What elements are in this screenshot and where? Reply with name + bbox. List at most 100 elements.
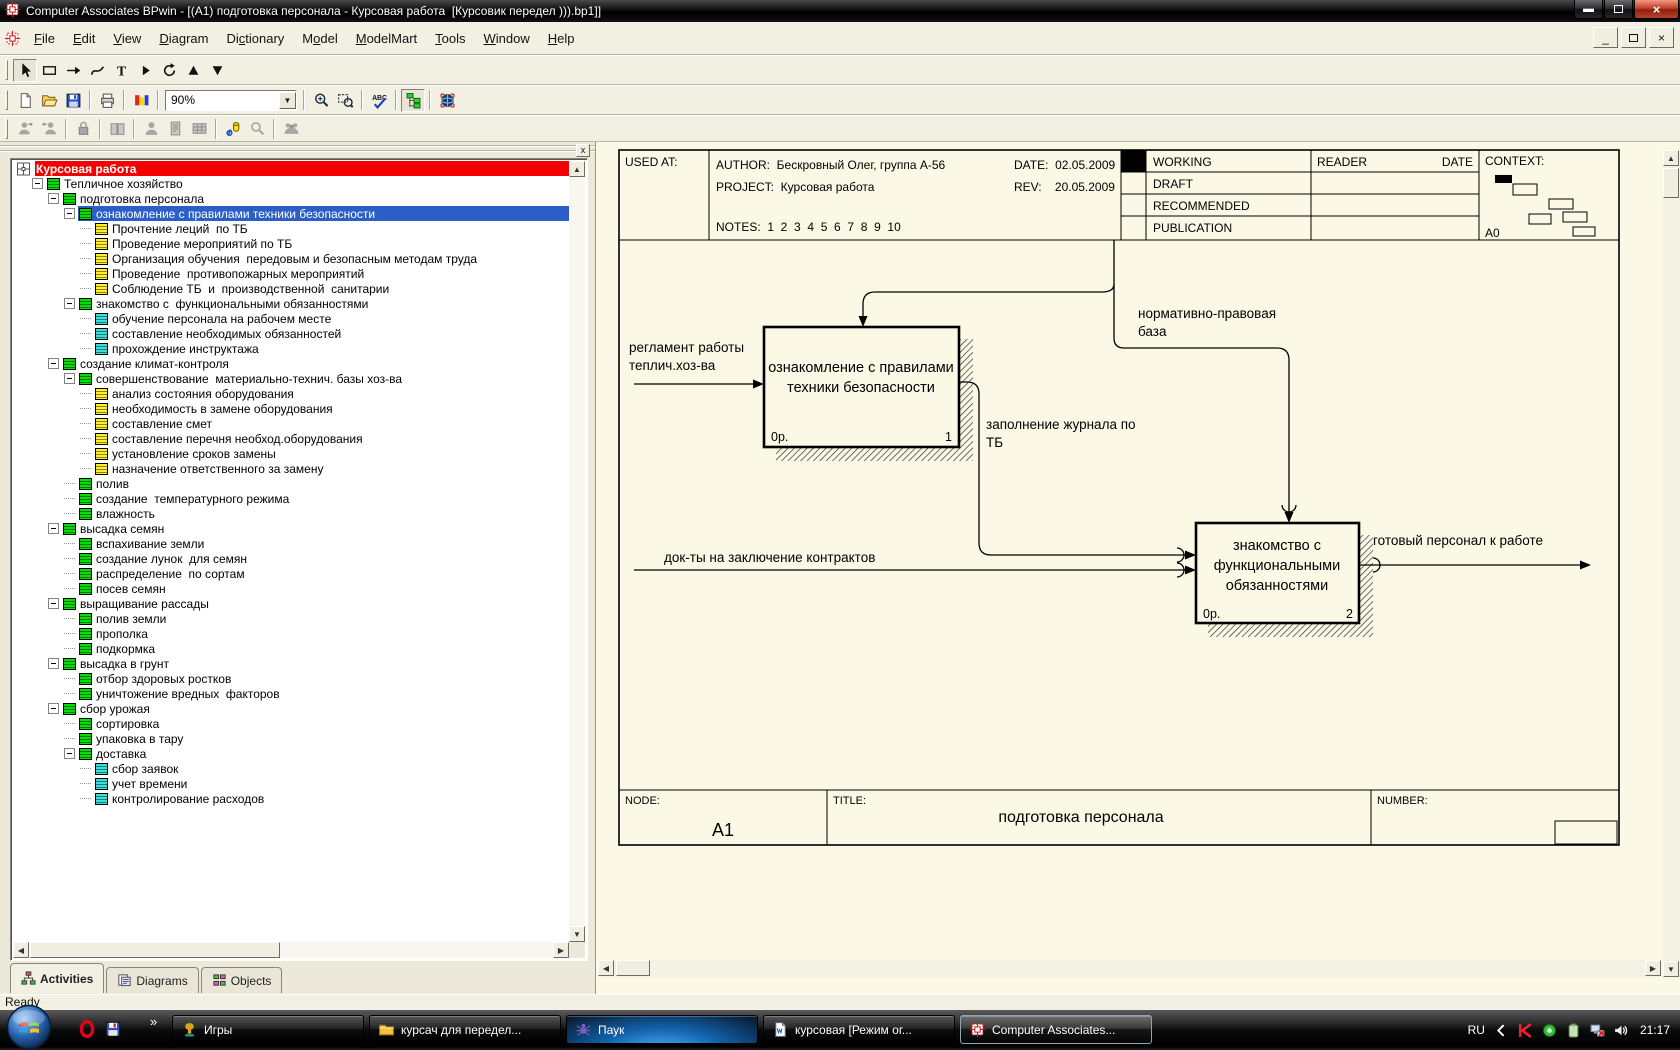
scroll-thumb[interactable]	[30, 942, 280, 958]
kaspersky-icon[interactable]	[1517, 1022, 1534, 1039]
taskbar-button-5[interactable]: Computer Associates...	[960, 1015, 1152, 1044]
drilldown-tool-button[interactable]	[133, 59, 157, 82]
scroll-right-button[interactable]: ▶	[553, 942, 569, 958]
box-tool-button[interactable]	[37, 59, 61, 82]
tree-item[interactable]: Проведение противопожарных мероприятий	[13, 266, 569, 281]
scroll-down-button[interactable]: ▼	[1663, 961, 1679, 977]
tree-item[interactable]: составление перечня необход.оборудования	[13, 431, 569, 446]
menu-edit[interactable]: Edit	[64, 27, 104, 50]
mdi-restore-button[interactable]	[1621, 27, 1646, 48]
tree-item[interactable]: сбор урожая	[13, 701, 569, 716]
tree-item[interactable]: сбор заявок	[13, 761, 569, 776]
tree-item[interactable]: Тепличное хозяйство	[13, 176, 569, 191]
tree-expand-toggle[interactable]	[64, 748, 75, 759]
tree-expand-toggle[interactable]	[64, 373, 75, 384]
tree-item[interactable]: контролирование расходов	[13, 791, 569, 806]
diagram-horizontal-scrollbar[interactable]: ◀ ▶	[598, 960, 1661, 977]
menu-modelmart[interactable]: ModelMart	[347, 27, 426, 50]
pointer-tool-button[interactable]	[13, 59, 37, 82]
tree-expand-toggle[interactable]	[48, 523, 59, 534]
tree-horizontal-scrollbar[interactable]: ◀ ▶	[13, 942, 569, 958]
menu-dictionary[interactable]: Dictionary	[217, 27, 293, 50]
menu-help[interactable]: Help	[539, 27, 584, 50]
tree-item[interactable]: высадка в грунт	[13, 656, 569, 671]
zoom-combobox[interactable]: 90%▼	[165, 90, 297, 111]
volume-icon[interactable]	[1613, 1022, 1630, 1039]
tree-expand-toggle[interactable]	[48, 193, 59, 204]
tree-item[interactable]: высадка семян	[13, 521, 569, 536]
tree-item[interactable]: Проведение мероприятий по ТБ	[13, 236, 569, 251]
scroll-right-button[interactable]: ▶	[1645, 960, 1661, 976]
toolbar-grip[interactable]	[5, 60, 8, 80]
scroll-thumb[interactable]	[1663, 168, 1679, 198]
language-indicator[interactable]: RU	[1468, 1023, 1485, 1037]
menu-view[interactable]: View	[104, 27, 150, 50]
tree-item[interactable]: Прочтение леций по ТБ	[13, 221, 569, 236]
tree-item[interactable]: уничтожение вредных факторов	[13, 686, 569, 701]
floppy-icon[interactable]	[104, 1020, 122, 1043]
mdi-minimize-button[interactable]: _	[1593, 27, 1618, 48]
agent-icon[interactable]	[1541, 1022, 1558, 1039]
tree-item[interactable]: влажность	[13, 506, 569, 521]
tree-item[interactable]: вспахивание земли	[13, 536, 569, 551]
tree-item[interactable]: полив земли	[13, 611, 569, 626]
tree-expand-toggle[interactable]	[48, 658, 59, 669]
menu-file[interactable]: File	[25, 27, 64, 50]
tab-objects[interactable]: Objects	[201, 967, 283, 993]
toolbar-grip[interactable]	[5, 119, 8, 139]
tree-item[interactable]: обучение персонала на рабочем месте	[13, 311, 569, 326]
tree-expand-toggle[interactable]	[32, 178, 43, 189]
tree-item[interactable]: составление смет	[13, 416, 569, 431]
model-explorer-close-button[interactable]: x	[576, 144, 590, 157]
tree-item[interactable]: совершенствование материально-технич. ба…	[13, 371, 569, 386]
toolbar-grip[interactable]	[5, 90, 8, 110]
scroll-up-button[interactable]: ▲	[569, 161, 585, 177]
down-tool-button[interactable]	[205, 59, 229, 82]
menu-window[interactable]: Window	[475, 27, 539, 50]
tree-item[interactable]: посев семян	[13, 581, 569, 596]
taskbar-button-1[interactable]: Игры	[172, 1015, 364, 1044]
diagram-vertical-scrollbar[interactable]: ▲ ▼	[1663, 150, 1680, 977]
text-tool-button[interactable]: T	[109, 59, 133, 82]
menu-tools[interactable]: Tools	[426, 27, 474, 50]
menu-diagram[interactable]: Diagram	[150, 27, 217, 50]
tree-expand-toggle[interactable]	[64, 208, 75, 219]
tree-expand-toggle[interactable]	[48, 358, 59, 369]
start-button[interactable]	[6, 1004, 52, 1050]
network-icon[interactable]	[1589, 1022, 1606, 1039]
tree-item[interactable]: ознакомление с правилами техники безопас…	[13, 206, 569, 221]
tree-item[interactable]: отбор здоровых ростков	[13, 671, 569, 686]
up-tool-button[interactable]	[181, 59, 205, 82]
squiggle-tool-button[interactable]	[85, 59, 109, 82]
new-file-button[interactable]	[13, 89, 37, 112]
tree-item[interactable]: создание лунок для семян	[13, 551, 569, 566]
clock[interactable]: 21:17	[1640, 1023, 1670, 1037]
zoom-dropdown-arrow-icon[interactable]: ▼	[279, 92, 296, 109]
tree-item[interactable]: прополка	[13, 626, 569, 641]
tree-expand-toggle[interactable]	[48, 703, 59, 714]
scroll-thumb[interactable]	[616, 960, 650, 976]
tree-item[interactable]: сортировка	[13, 716, 569, 731]
menu-model[interactable]: Model	[293, 27, 346, 50]
open-file-button[interactable]	[37, 89, 61, 112]
tree-item[interactable]: назначение ответственного за замену	[13, 461, 569, 476]
tree-item[interactable]: подготовка персонала	[13, 191, 569, 206]
tree-vertical-scrollbar[interactable]: ▲ ▼	[569, 161, 585, 942]
tree-item[interactable]: составление необходимых обязанностей	[13, 326, 569, 341]
tree-item[interactable]: полив	[13, 476, 569, 491]
tree-item[interactable]: анализ состояния оборудования	[13, 386, 569, 401]
zoom-in-button[interactable]	[309, 89, 333, 112]
arrow-tool-button[interactable]	[61, 59, 85, 82]
tree-item[interactable]: создание климат-контроля	[13, 356, 569, 371]
tab-diagrams[interactable]: Diagrams	[106, 967, 198, 993]
tree-item[interactable]: знакомство с функциональными обязанностя…	[13, 296, 569, 311]
tree-item[interactable]: создание температурного режима	[13, 491, 569, 506]
tree-expand-toggle[interactable]	[48, 598, 59, 609]
restore-button[interactable]	[1604, 0, 1633, 19]
tree-item[interactable]: Организация обучения передовым и безопас…	[13, 251, 569, 266]
power-icon[interactable]	[1565, 1022, 1582, 1039]
tree-item[interactable]: Соблюдение ТБ и производственной санитар…	[13, 281, 569, 296]
opera-icon[interactable]	[78, 1020, 96, 1043]
tree-item[interactable]: распределение по сортам	[13, 566, 569, 581]
tree-item[interactable]: прохождение инструктажа	[13, 341, 569, 356]
